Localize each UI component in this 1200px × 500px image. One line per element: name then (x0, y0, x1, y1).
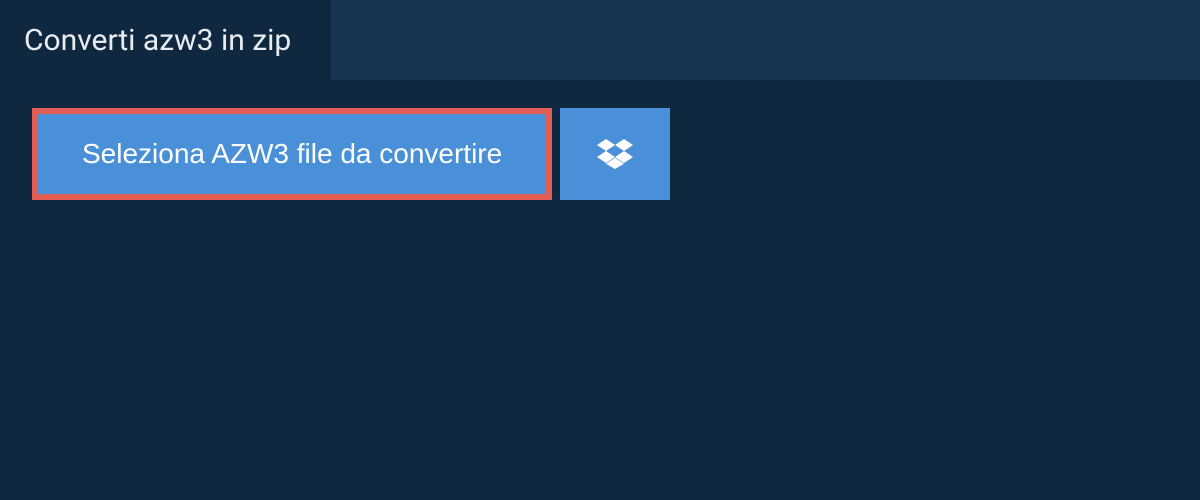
tab-title: Converti azw3 in zip (24, 23, 291, 58)
button-row: Seleziona AZW3 file da convertire (32, 108, 1168, 200)
select-file-label: Seleziona AZW3 file da convertire (82, 138, 502, 169)
dropbox-button[interactable] (560, 108, 670, 200)
select-file-highlight: Seleziona AZW3 file da convertire (32, 108, 552, 200)
select-file-button[interactable]: Seleziona AZW3 file da convertire (38, 114, 546, 194)
page-background: Converti azw3 in zip Seleziona AZW3 file… (0, 0, 1200, 236)
main-panel: Seleziona AZW3 file da convertire (0, 80, 1200, 236)
tab-convert[interactable]: Converti azw3 in zip (0, 0, 331, 80)
dropbox-icon (597, 136, 633, 172)
tab-container: Converti azw3 in zip (0, 0, 1200, 80)
